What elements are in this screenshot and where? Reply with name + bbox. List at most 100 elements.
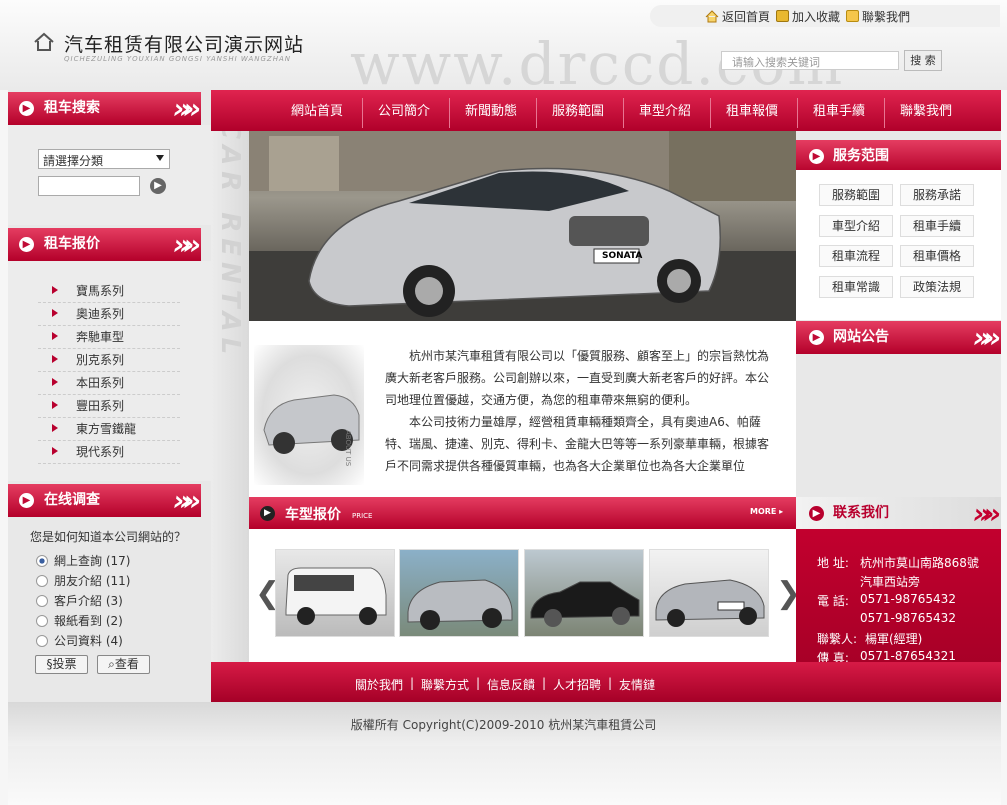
radio[interactable] bbox=[36, 614, 48, 627]
nav-prices[interactable]: 租車報價 bbox=[709, 100, 795, 124]
series-label: 豐田系列 bbox=[76, 399, 125, 413]
series-item[interactable]: 奧迪系列 bbox=[38, 303, 180, 326]
nav-services[interactable]: 服務範圍 bbox=[535, 100, 621, 124]
nav-contact[interactable]: 聯繫我們 bbox=[883, 100, 969, 124]
service-link[interactable]: 服務承諾 bbox=[900, 184, 974, 206]
series-label: 奔馳車型 bbox=[76, 330, 125, 344]
car-rental-vertical-text: CAR RENTAL bbox=[215, 120, 245, 361]
keyword-input[interactable] bbox=[38, 176, 140, 196]
view-button[interactable]: ⌕查看 bbox=[97, 655, 150, 674]
banner-image: SONATA bbox=[249, 131, 796, 321]
series-item[interactable]: 奔馳車型 bbox=[38, 326, 180, 349]
van-image bbox=[285, 567, 387, 625]
site-title: 汽车租赁有限公司演示网站 bbox=[64, 34, 305, 56]
about-paragraph: 本公司技術力量雄厚，經營租賃車輛種類齊全，具有奧迪A6、帕薩特、瑞風、捷達、別克… bbox=[385, 415, 770, 473]
car-thumb-luxury[interactable] bbox=[649, 549, 769, 637]
service-link[interactable]: 租車常識 bbox=[819, 276, 893, 298]
left-header-search-title: 租车搜索 bbox=[44, 100, 100, 116]
series-item[interactable]: 寶馬系列 bbox=[38, 280, 180, 303]
nav-procedure[interactable]: 租車手續 bbox=[796, 100, 882, 124]
series-item[interactable]: 東方雪鐵龍 bbox=[38, 418, 180, 441]
plate-text: SONATA bbox=[602, 251, 643, 261]
service-link[interactable]: 車型介紹 bbox=[819, 215, 893, 237]
top-link-home-label: 返回首頁 bbox=[722, 9, 771, 24]
series-item[interactable]: 別克系列 bbox=[38, 349, 180, 372]
phone-value-2: 0571-98765432 bbox=[860, 611, 956, 625]
triangle-icon bbox=[52, 401, 58, 409]
service-link[interactable]: 租車價格 bbox=[900, 245, 974, 267]
triangle-icon bbox=[52, 286, 58, 294]
bottom-link-jobs[interactable]: 人才招聘 bbox=[553, 676, 601, 693]
bottom-link-about[interactable]: 關於我們 bbox=[355, 676, 403, 693]
vote-button[interactable]: §投票 bbox=[35, 655, 88, 674]
car-thumb-sedan[interactable] bbox=[524, 549, 644, 637]
lock-icon bbox=[776, 10, 790, 22]
left-header-survey: ▶ 在线调查 »» bbox=[8, 484, 201, 517]
left-header-search: ▶ 租车搜索 »» bbox=[8, 92, 201, 125]
left-header-price: ▶ 租车报价 »» bbox=[8, 228, 201, 261]
search-input[interactable]: 请输入搜索关键词 bbox=[721, 51, 899, 70]
series-label: 寶馬系列 bbox=[76, 284, 125, 298]
right-header-services-title: 服务范围 bbox=[833, 148, 889, 164]
phone-value: 0571-98765432 bbox=[860, 592, 956, 606]
arrow-circle-icon: ▶ bbox=[19, 101, 34, 116]
bottom-link-contact[interactable]: 聯繫方式 bbox=[421, 676, 469, 693]
more-link[interactable]: MORE ▸ bbox=[750, 507, 783, 516]
service-link[interactable]: 租車流程 bbox=[819, 245, 893, 267]
arrow-circle-icon: ▶ bbox=[809, 149, 824, 164]
address-value-2: 汽車西站旁 bbox=[860, 575, 921, 589]
survey-option[interactable]: 報紙看到 (2) bbox=[36, 612, 123, 629]
triangle-icon bbox=[52, 378, 58, 386]
nav-home[interactable]: 網站首頁 bbox=[274, 100, 360, 124]
car-thumb-hatchback[interactable] bbox=[399, 549, 519, 637]
nav-news[interactable]: 新聞動態 bbox=[448, 100, 534, 124]
search-button[interactable]: 搜 索 bbox=[904, 50, 942, 71]
bottom-link-links[interactable]: 友情鏈 bbox=[619, 676, 655, 693]
triangle-icon bbox=[52, 447, 58, 455]
series-item[interactable]: 現代系列 bbox=[38, 441, 180, 464]
nav-about[interactable]: 公司簡介 bbox=[361, 100, 447, 124]
triangle-icon bbox=[52, 332, 58, 340]
triangle-icon bbox=[52, 424, 58, 432]
radio[interactable] bbox=[36, 574, 48, 587]
survey-option[interactable]: 網上查詢 (17) bbox=[36, 552, 130, 569]
series-label: 東方雪鐵龍 bbox=[76, 422, 137, 436]
service-link[interactable]: 服務範圍 bbox=[819, 184, 893, 206]
car-thumb-van[interactable] bbox=[275, 549, 395, 637]
about-us-label: ABOUT US bbox=[344, 430, 352, 467]
survey-option[interactable]: 客戶介紹 (3) bbox=[36, 592, 123, 609]
top-link-home[interactable]: 返回首頁 bbox=[705, 8, 770, 25]
left-header-price-title: 租车报价 bbox=[44, 236, 100, 252]
survey-option[interactable]: 公司資料 (4) bbox=[36, 632, 123, 649]
series-item[interactable]: 本田系列 bbox=[38, 372, 180, 395]
triangle-icon bbox=[52, 355, 58, 363]
series-label: 本田系列 bbox=[76, 376, 125, 390]
chevrons-icon: »» bbox=[972, 497, 1002, 530]
top-link-contact-label: 聯繫我們 bbox=[862, 9, 911, 24]
go-icon[interactable]: ▶ bbox=[150, 178, 166, 194]
arrow-circle-icon: ▶ bbox=[260, 506, 275, 521]
radio[interactable] bbox=[36, 594, 48, 607]
category-select[interactable]: 請選擇分類 bbox=[38, 149, 170, 169]
chevrons-icon: »» bbox=[972, 321, 1002, 354]
person-value: 楊軍(經理) bbox=[865, 632, 923, 646]
series-item[interactable]: 豐田系列 bbox=[38, 395, 180, 418]
house-logo-icon bbox=[34, 32, 54, 51]
survey-option-label: 網上查詢 (17) bbox=[54, 554, 131, 568]
mail-icon bbox=[846, 10, 860, 22]
radio[interactable] bbox=[36, 634, 48, 647]
survey-option[interactable]: 朋友介紹 (11) bbox=[36, 572, 130, 589]
nav-models[interactable]: 車型介紹 bbox=[622, 100, 708, 124]
top-link-contact[interactable]: 聯繫我們 bbox=[846, 8, 910, 25]
radio-selected[interactable] bbox=[36, 554, 48, 567]
arrow-circle-icon: ▶ bbox=[809, 330, 824, 345]
top-links: 返回首頁 加入收藏 聯繫我們 bbox=[650, 5, 1000, 27]
triangle-icon bbox=[52, 309, 58, 317]
bottom-link-feedback[interactable]: 信息反饋 bbox=[487, 676, 535, 693]
right-header-services: ▶ 服务范围 bbox=[796, 140, 1001, 173]
top-link-favorite[interactable]: 加入收藏 bbox=[776, 8, 840, 25]
service-link[interactable]: 政策法規 bbox=[900, 276, 974, 298]
service-link[interactable]: 租車手續 bbox=[900, 215, 974, 237]
phone-label: 電 話: bbox=[817, 594, 849, 608]
footer-bottom bbox=[8, 746, 1001, 805]
